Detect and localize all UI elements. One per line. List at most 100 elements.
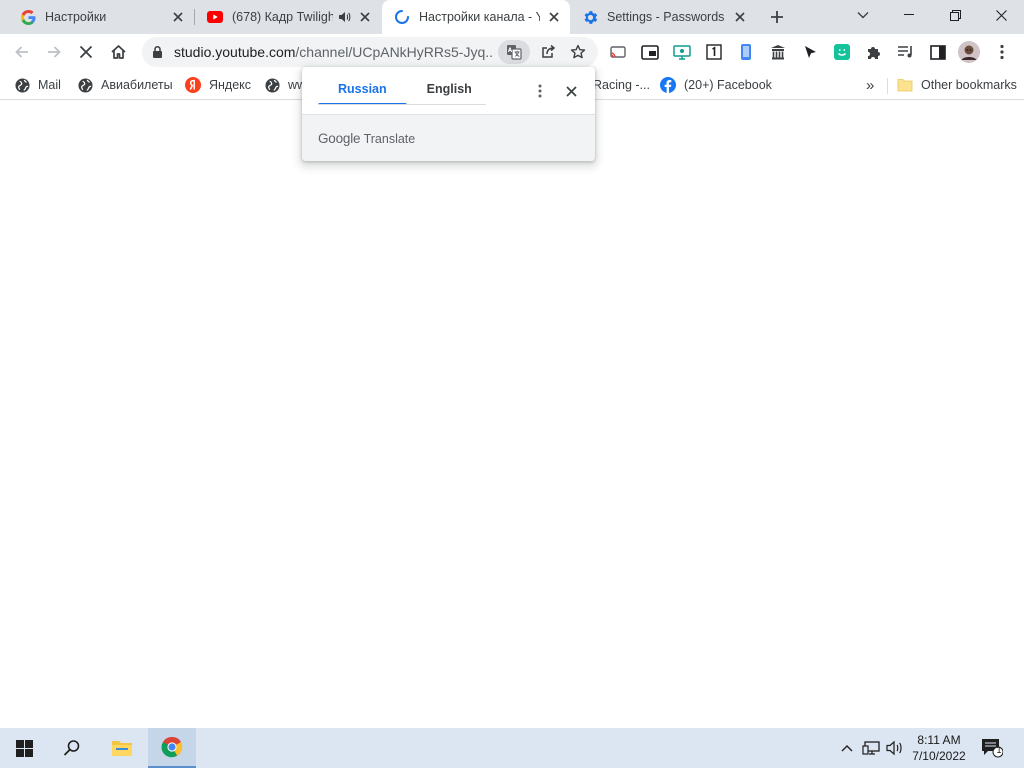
close-tab-icon[interactable] <box>357 9 373 25</box>
bookmark-facebook[interactable]: (20+) Facebook <box>660 76 772 94</box>
home-button[interactable] <box>104 38 132 66</box>
stop-loading-button[interactable] <box>72 38 100 66</box>
extension-grammarly-icon[interactable] <box>831 41 853 63</box>
chrome-taskbar-button[interactable] <box>148 728 196 768</box>
new-tab-button[interactable] <box>766 7 788 27</box>
file-explorer-button[interactable] <box>98 728 146 768</box>
bookmark-racing[interactable]: Racing -... <box>593 76 650 94</box>
loading-spinner-icon <box>394 9 410 25</box>
tab-strip: Настройки (678) Кадр Twilight Настройки … <box>0 0 1024 34</box>
tab-passwords[interactable]: Settings - Passwords <box>570 0 756 34</box>
start-button[interactable] <box>0 728 48 768</box>
share-icon[interactable] <box>534 40 562 64</box>
globe-icon <box>264 77 280 93</box>
browser-toolbar: studio.youtube.com/channel/UCpANkHyRRs5-… <box>0 34 1024 70</box>
clock-time: 8:11 AM <box>917 733 961 747</box>
bookmarks-overflow-button[interactable]: » <box>866 76 874 94</box>
facebook-icon <box>660 77 676 93</box>
windows-logo-icon <box>15 739 33 757</box>
bookmark-label: Racing -... <box>593 78 650 92</box>
overflow-label: » <box>866 76 875 94</box>
extension-archive-icon[interactable] <box>767 41 789 63</box>
tab-target-language[interactable]: English <box>407 79 492 105</box>
translate-icon[interactable] <box>498 40 530 64</box>
bookmark-www[interactable]: ww <box>264 76 306 94</box>
side-panel-icon[interactable] <box>927 41 949 63</box>
speaker-icon[interactable] <box>337 10 351 24</box>
close-tab-icon[interactable] <box>170 9 186 25</box>
notifications-button[interactable]: 1 <box>980 737 1004 759</box>
google-translate-brand: Google Translate <box>318 131 415 146</box>
menu-kebab-icon[interactable] <box>991 41 1013 63</box>
bookmark-yandex[interactable]: Яндекс <box>185 76 251 94</box>
profile-avatar[interactable] <box>957 40 981 64</box>
chrome-icon <box>161 736 183 758</box>
tab-title: Settings - Passwords <box>607 10 725 24</box>
volume-icon[interactable] <box>886 739 904 757</box>
back-button[interactable] <box>8 38 36 66</box>
tab-title: Настройки канала - YouTube <box>419 10 540 24</box>
translate-footer: Google Translate <box>302 114 595 161</box>
more-options-icon[interactable] <box>530 81 550 101</box>
bookmark-label: Авиабилеты <box>101 78 173 92</box>
bookmark-star-icon[interactable] <box>564 40 592 64</box>
google-icon <box>20 9 36 25</box>
bookmark-aviabilety[interactable]: Авиабилеты <box>77 76 173 94</box>
clock-date: 7/10/2022 <box>912 749 966 763</box>
close-window-button[interactable] <box>978 0 1024 30</box>
close-tab-icon[interactable] <box>546 9 562 25</box>
system-clock[interactable]: 8:11 AM 7/10/2022 <box>905 732 973 764</box>
yandex-icon <box>185 77 201 93</box>
url-text[interactable]: studio.youtube.com/channel/UCpANkHyRRs5-… <box>174 44 494 60</box>
restore-button[interactable] <box>932 0 978 30</box>
tab-search-button[interactable] <box>840 0 886 30</box>
tab-youtube-video[interactable]: (678) Кадр Twilight <box>195 0 381 34</box>
extensions-puzzle-icon[interactable] <box>863 41 885 63</box>
brand-google: Google <box>318 131 361 146</box>
extension-screen-icon[interactable] <box>671 41 693 63</box>
page-content <box>0 101 1024 728</box>
folder-icon <box>897 77 913 93</box>
minimize-button[interactable] <box>886 0 932 30</box>
windows-taskbar: 8:11 AM 7/10/2022 1 <box>0 728 1024 768</box>
url-path: /channel/UCpANkHyRRs5-Jyq... <box>295 44 494 60</box>
close-tab-icon[interactable] <box>732 9 748 25</box>
show-hidden-icons-chevron-icon[interactable] <box>838 739 856 757</box>
bookmark-mail[interactable]: Mail <box>14 76 61 94</box>
settings-gear-icon <box>582 9 598 25</box>
translate-bubble: Russian English Google Translate <box>302 67 595 161</box>
extension-cursor-icon[interactable] <box>799 41 821 63</box>
tabs-underline <box>318 104 486 105</box>
other-bookmarks-label: Other bookmarks <box>921 78 1017 92</box>
extension-cast-icon[interactable] <box>607 41 629 63</box>
bookmark-label: Mail <box>38 78 61 92</box>
tab-title: (678) Кадр Twilight <box>232 10 333 24</box>
url-host: studio.youtube.com <box>174 44 296 60</box>
network-icon[interactable] <box>862 739 880 757</box>
brand-translate: Translate <box>363 132 416 146</box>
tab-title: Настройки <box>45 10 107 24</box>
bookmark-label: (20+) Facebook <box>684 78 772 92</box>
lock-icon[interactable] <box>152 45 163 64</box>
language-tabs: Russian English <box>318 79 492 105</box>
notification-count: 1 <box>996 745 1002 755</box>
forward-button[interactable] <box>40 38 68 66</box>
bookmark-label: Яндекс <box>209 78 252 92</box>
search-button[interactable] <box>48 728 96 768</box>
globe-icon <box>77 77 93 93</box>
extension-phone-icon[interactable] <box>735 41 757 63</box>
extension-one-icon[interactable] <box>703 41 725 63</box>
globe-icon <box>14 77 30 93</box>
close-bubble-icon[interactable] <box>561 81 581 101</box>
tab-source-language[interactable]: Russian <box>318 79 407 105</box>
search-icon <box>63 740 80 756</box>
bookmarks-divider <box>887 78 888 94</box>
address-bar[interactable]: studio.youtube.com/channel/UCpANkHyRRs5-… <box>142 37 598 67</box>
youtube-icon <box>207 9 223 25</box>
folder-icon <box>112 741 132 756</box>
other-bookmarks-folder[interactable]: Other bookmarks <box>897 76 1017 94</box>
media-control-icon[interactable] <box>895 41 917 63</box>
tab-youtube-studio[interactable]: Настройки канала - YouTube <box>382 0 570 34</box>
tab-settings[interactable]: Настройки <box>8 0 195 34</box>
extension-pip-icon[interactable] <box>639 41 661 63</box>
